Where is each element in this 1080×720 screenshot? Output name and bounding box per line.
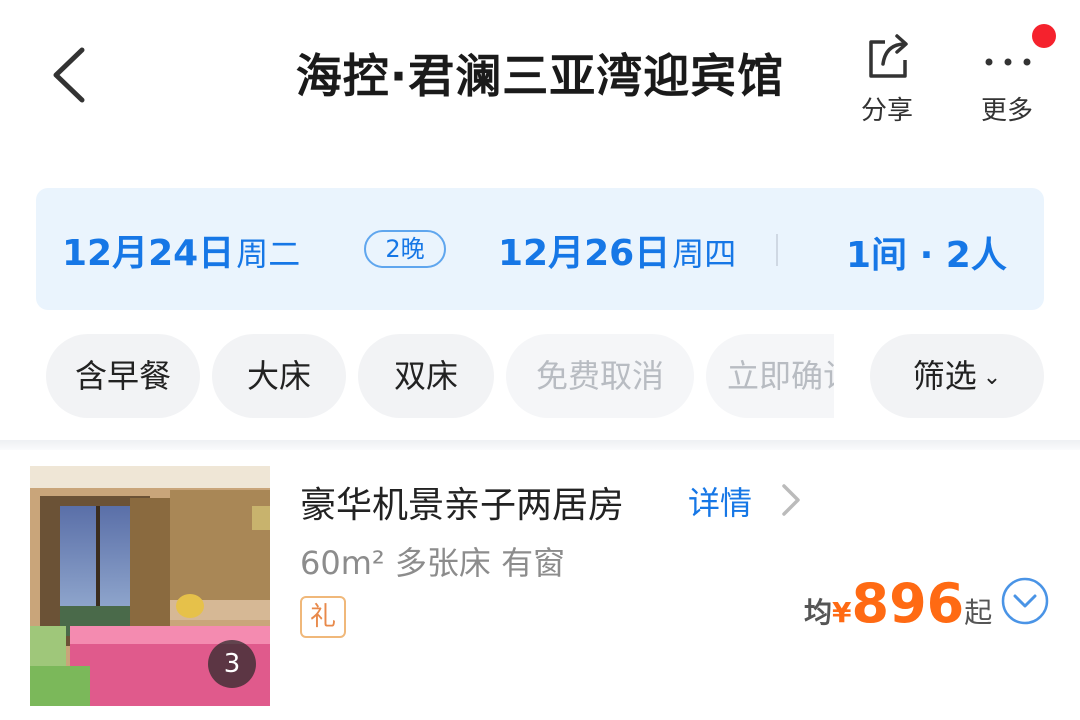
share-label: 分享 xyxy=(860,96,913,126)
filter-chip-king-bed[interactable]: 大床 xyxy=(212,334,346,418)
check-in-date[interactable]: 12月24日周二 xyxy=(62,224,300,276)
section-divider xyxy=(0,440,1080,450)
price-suffix: 起 xyxy=(964,596,993,629)
more-dots-icon xyxy=(985,58,1031,66)
room-price: 均¥896起 xyxy=(804,572,992,635)
nights-badge: 2晚 xyxy=(364,230,446,268)
chevron-right-icon[interactable] xyxy=(776,480,806,520)
expand-room-button[interactable] xyxy=(1000,576,1050,626)
price-prefix: 均 xyxy=(804,596,833,629)
check-out-date[interactable]: 12月26日周四 xyxy=(498,224,736,276)
notification-dot xyxy=(1032,24,1056,48)
more-label: 更多 xyxy=(980,96,1033,126)
check-out-weekday: 周四 xyxy=(672,235,737,273)
room-name: 豪华机景亲子两居房 xyxy=(300,485,625,526)
filter-chip-twin-bed[interactable]: 双床 xyxy=(358,334,494,418)
date-divider xyxy=(776,234,778,266)
chevron-down-circle-icon xyxy=(1001,577,1049,625)
filter-chip-clip: 立即确认 xyxy=(706,334,834,418)
date-selector[interactable]: 12月24日周二 2晚 12月26日周四 1间 · 2人 xyxy=(36,188,1044,310)
share-button[interactable]: 分享 xyxy=(842,30,932,130)
filter-chip-breakfast[interactable]: 含早餐 xyxy=(46,334,200,418)
price-amount: 896 xyxy=(851,572,965,635)
room-photo[interactable]: 3 xyxy=(30,466,270,706)
price-currency: ¥ xyxy=(832,596,852,629)
room-card[interactable]: 3 豪华机景亲子两居房 详情 60m² 多张床 有窗 礼 均¥896起 xyxy=(0,450,1080,720)
filter-chip-instant-confirm[interactable]: 立即确认 xyxy=(706,334,834,418)
gift-badge: 礼 xyxy=(300,596,346,638)
check-in-date-text: 12月24日 xyxy=(62,233,235,274)
room-info: 60m² 多张床 有窗 xyxy=(300,544,566,582)
room-detail-link[interactable]: 详情 xyxy=(688,478,752,524)
filter-chip-free-cancel[interactable]: 免费取消 xyxy=(506,334,694,418)
filter-button[interactable]: 筛选 ⌄ xyxy=(870,334,1044,418)
rooms-guests-selector[interactable]: 1间 · 2人 xyxy=(846,226,1007,278)
photo-count-badge: 3 xyxy=(208,640,256,688)
chevron-down-icon: ⌄ xyxy=(982,365,1002,390)
check-in-weekday: 周二 xyxy=(236,235,301,273)
page-title: 海控·君澜三亚湾迎宾馆 xyxy=(295,49,785,103)
filter-bar: 含早餐 大床 双床 免费取消 立即确认 筛选⌄ xyxy=(0,330,1080,424)
filter-label: 筛选 xyxy=(912,357,977,395)
app-header: 海控·君澜三亚湾迎宾馆 分享 更多 xyxy=(0,0,1080,150)
share-icon xyxy=(869,34,908,78)
back-arrow-icon xyxy=(53,47,85,103)
back-button[interactable] xyxy=(40,40,100,110)
check-out-date-text: 12月26日 xyxy=(498,233,671,274)
